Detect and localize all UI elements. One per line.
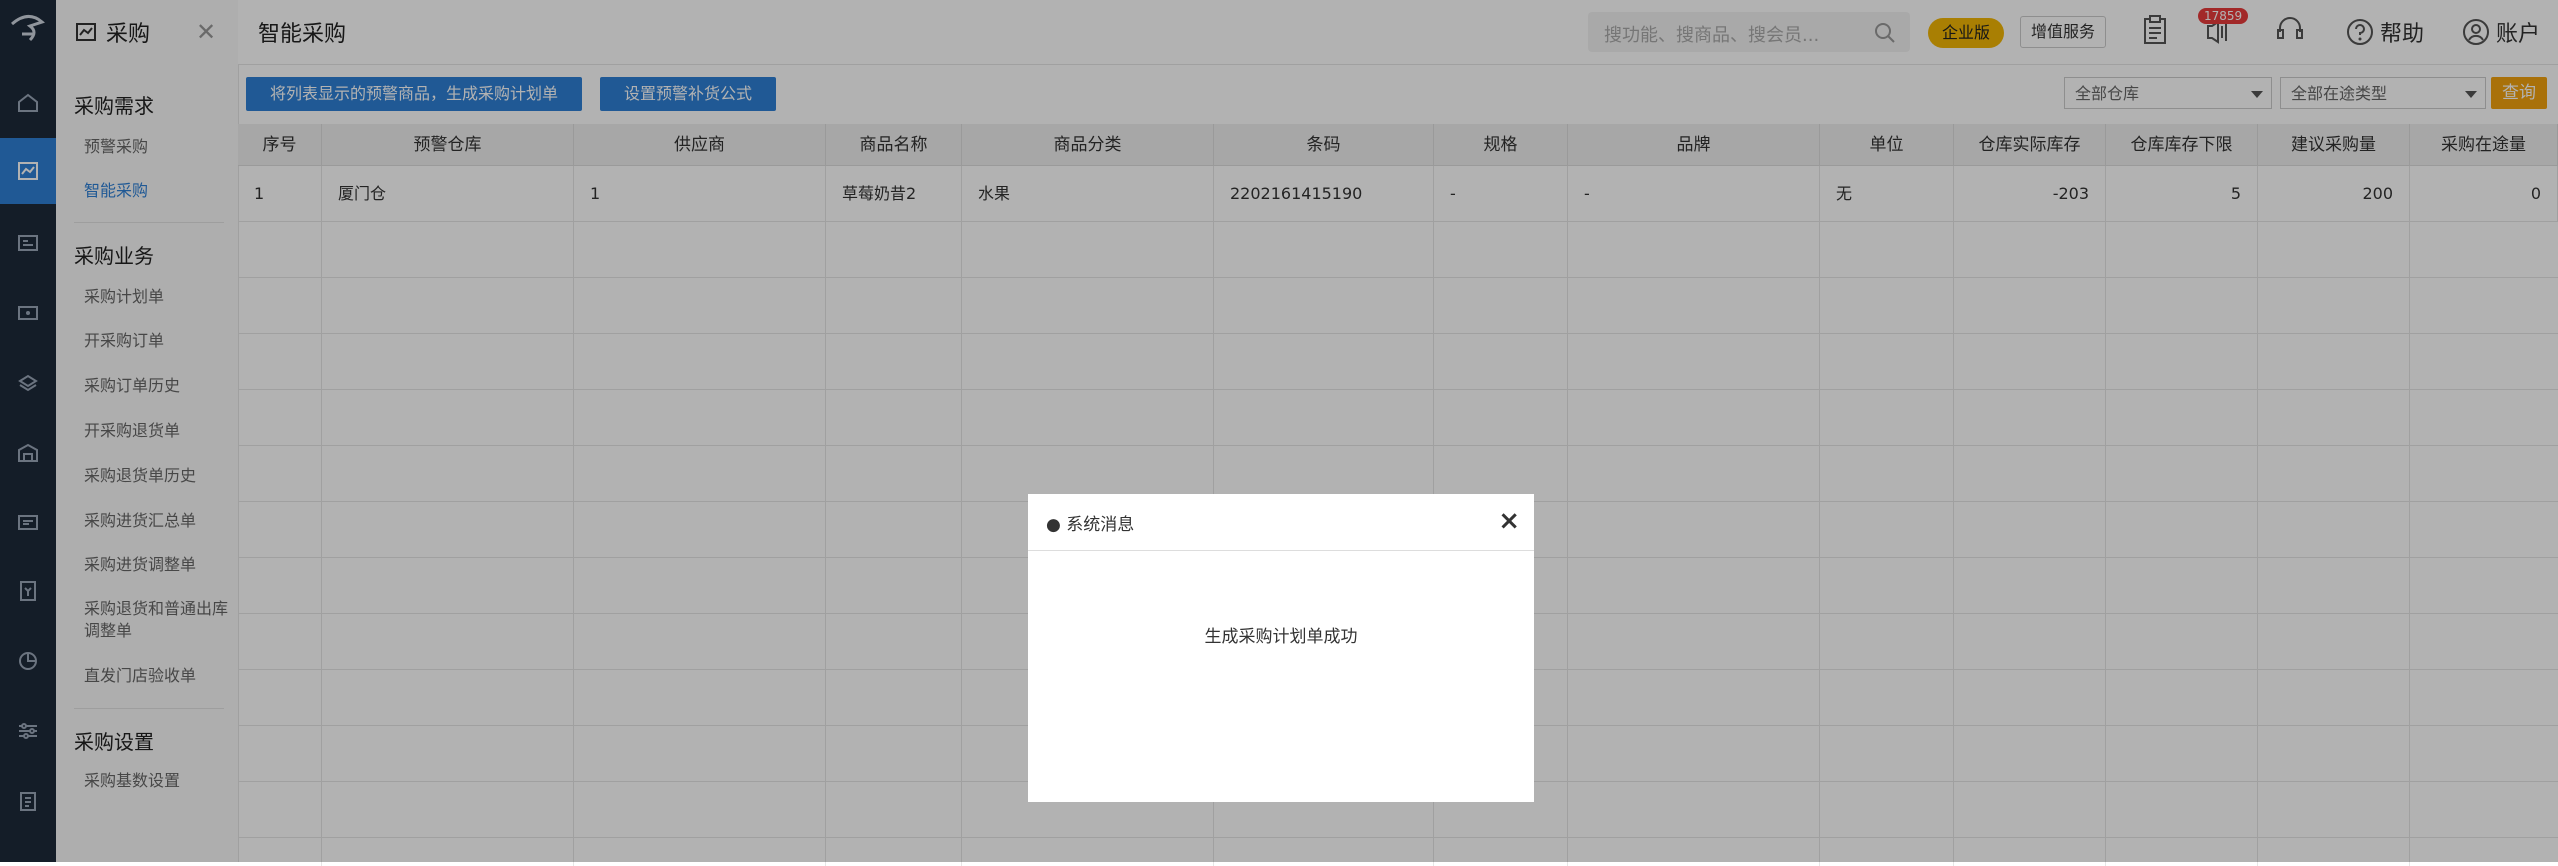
dialog-header: ● 系统消息 × [1028, 494, 1534, 551]
close-icon[interactable]: × [1498, 506, 1520, 536]
dialog-title: ● 系统消息 [1046, 515, 1135, 535]
system-message-dialog: ● 系统消息 × 生成采购计划单成功 [1028, 494, 1534, 802]
dialog-message: 生成采购计划单成功 [1204, 627, 1358, 647]
